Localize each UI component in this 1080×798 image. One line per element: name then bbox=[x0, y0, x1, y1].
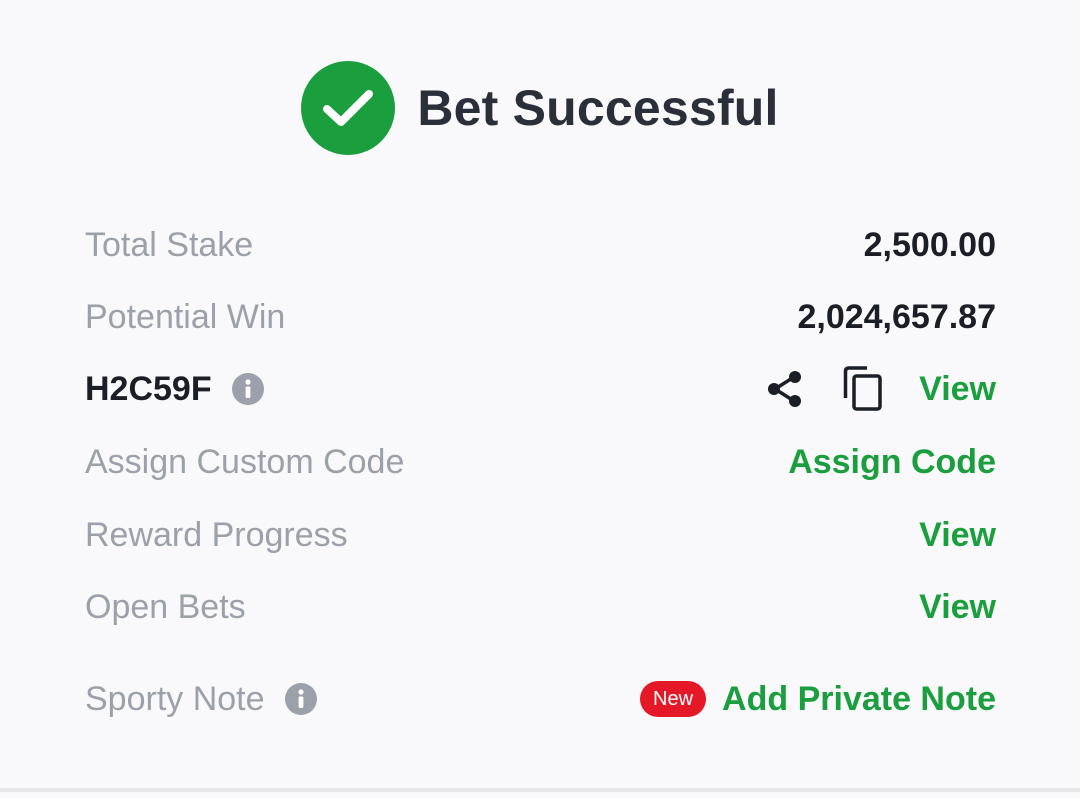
check-circle-icon bbox=[301, 61, 396, 155]
reward-progress-label: Reward Progress bbox=[85, 515, 348, 554]
sporty-note-group: Sporty Note bbox=[85, 680, 317, 719]
info-icon[interactable] bbox=[284, 683, 317, 715]
potential-win-value: 2,024,657.87 bbox=[797, 297, 996, 336]
bet-success-header: Bet Successful bbox=[0, 60, 1080, 156]
bet-success-card: Bet Successful Total Stake 2,500.00 Pote… bbox=[0, 0, 1080, 788]
new-badge: New bbox=[640, 681, 707, 717]
view-booking-link[interactable]: View bbox=[919, 370, 996, 409]
sporty-note-row: Sporty Note New Add Private Note bbox=[85, 674, 996, 724]
booking-code: H2C59F bbox=[85, 369, 212, 408]
copy-icon[interactable] bbox=[843, 366, 883, 412]
custom-code-row: Assign Custom Code Assign Code bbox=[85, 437, 996, 487]
potential-win-row: Potential Win 2,024,657.87 bbox=[85, 292, 996, 342]
booking-code-row: H2C59F View bbox=[85, 364, 996, 414]
sporty-note-label: Sporty Note bbox=[85, 679, 265, 718]
open-bets-row: Open Bets View bbox=[85, 582, 996, 632]
reward-progress-view-link[interactable]: View bbox=[919, 516, 996, 555]
add-private-note-link[interactable]: Add Private Note bbox=[722, 680, 996, 719]
share-icon[interactable] bbox=[765, 369, 805, 409]
open-bets-view-link[interactable]: View bbox=[919, 588, 996, 627]
booking-code-group: H2C59F bbox=[85, 370, 264, 409]
page-title: Bet Successful bbox=[417, 80, 779, 136]
bottom-divider bbox=[0, 788, 1080, 792]
potential-win-label: Potential Win bbox=[85, 297, 286, 336]
open-bets-label: Open Bets bbox=[85, 587, 246, 626]
info-icon[interactable] bbox=[231, 373, 264, 405]
checkmark-icon bbox=[323, 90, 374, 126]
private-note-actions: New Add Private Note bbox=[640, 680, 996, 719]
custom-code-label: Assign Custom Code bbox=[85, 442, 405, 481]
booking-actions: View bbox=[765, 366, 996, 412]
assign-code-link[interactable]: Assign Code bbox=[788, 443, 996, 482]
total-stake-row: Total Stake 2,500.00 bbox=[85, 220, 996, 270]
total-stake-value: 2,500.00 bbox=[863, 225, 996, 264]
total-stake-label: Total Stake bbox=[85, 225, 254, 264]
reward-progress-row: Reward Progress View bbox=[85, 510, 996, 560]
